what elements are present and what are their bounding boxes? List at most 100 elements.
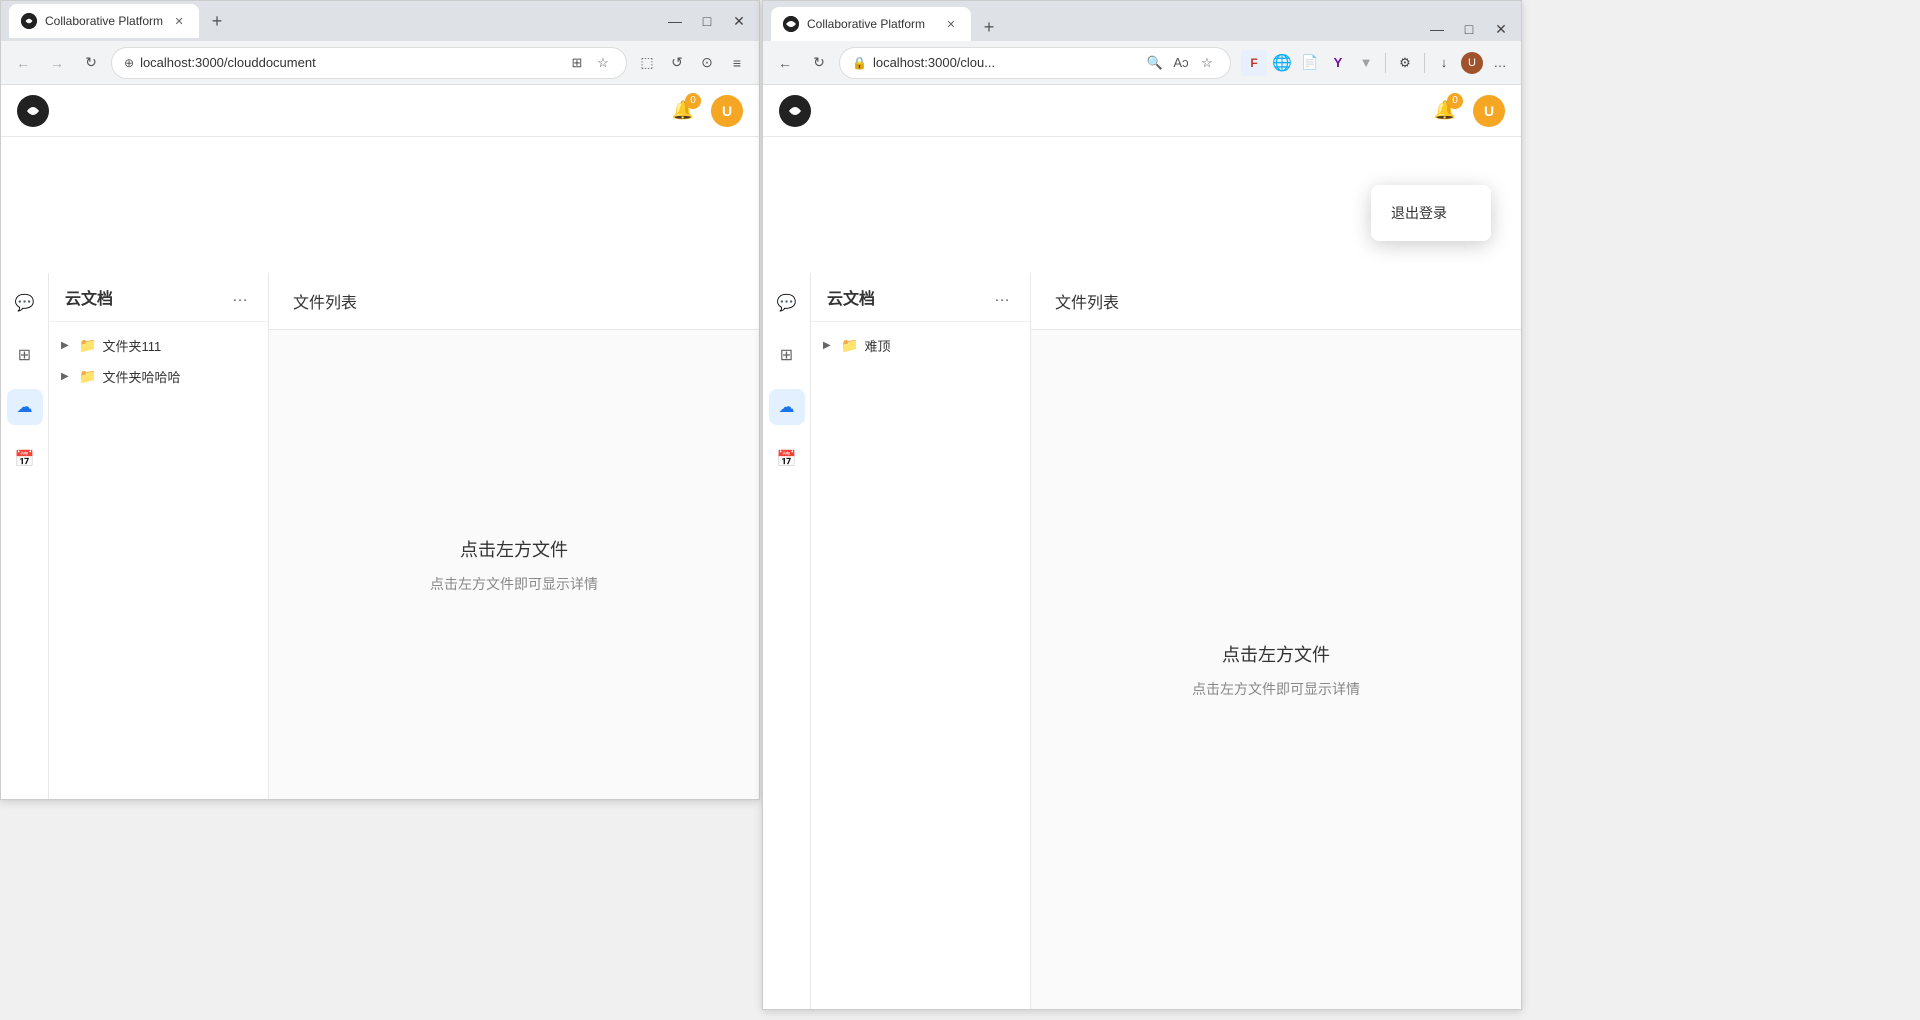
close-btn-left[interactable]: ✕ [727, 9, 751, 33]
sidebar-icons-right: 💬 ⊞ ☁ 📅 [763, 273, 811, 1009]
window-controls-right: — □ ✕ [1425, 17, 1513, 41]
notification-btn-left[interactable]: 🔔 0 [667, 95, 699, 127]
window-controls-left: — □ ✕ [663, 9, 751, 33]
tree-item-1-left[interactable]: ▶ 📁 文件夹哈哈哈 [49, 361, 268, 392]
main-content-right: 文件列表 点击左方文件 点击左方文件即可显示详情 [1031, 273, 1521, 1009]
sidebar-cloud-left[interactable]: ☁ [7, 389, 43, 425]
menu-icon-left[interactable]: ≡ [723, 49, 751, 77]
folder-icon-r0: 📁 [841, 337, 858, 354]
undo-icon[interactable]: ↺ [663, 49, 691, 77]
toolbar-icons-left: ⬚ ↺ ⊙ ≡ [633, 49, 751, 77]
sidebar-chat-left[interactable]: 💬 [7, 285, 43, 321]
url-text-right: localhost:3000/clou... [873, 55, 1138, 70]
fav-icon-right[interactable]: ☆ [1196, 52, 1218, 74]
minimize-btn-right[interactable]: — [1425, 17, 1449, 41]
tab-close-right[interactable]: ✕ [943, 16, 959, 32]
file-tree-list-left: ▶ 📁 文件夹111 ▶ 📁 文件夹哈哈哈 [49, 322, 268, 799]
file-tree-more-right[interactable]: … [990, 285, 1014, 309]
forward-btn-left[interactable]: → [43, 49, 71, 77]
address-search-icon: 🔍 Aↄ ☆ [1144, 52, 1218, 74]
extensions-icon[interactable]: ⊞ [566, 52, 588, 74]
user-avatar-right[interactable]: U [1473, 95, 1505, 127]
main-content-left: 文件列表 点击左方文件 点击左方文件即可显示详情 [269, 273, 759, 799]
notification-badge-left: 0 [685, 93, 701, 109]
browser-window-right: Collaborative Platform ✕ + — □ ✕ ← ↻ 🔒 l… [762, 0, 1522, 1010]
edge-menu-icon[interactable]: … [1487, 50, 1513, 76]
maximize-btn-right[interactable]: □ [1457, 17, 1481, 41]
toolbar-divider [1385, 53, 1386, 73]
back-btn-right[interactable]: ← [771, 49, 799, 77]
tree-arrow-r0: ▶ [823, 340, 835, 351]
sidebar-icons-left: 💬 ⊞ ☁ 📅 [1, 273, 49, 799]
screenshot-icon[interactable]: ⬚ [633, 49, 661, 77]
folder-icon-1: 📁 [79, 368, 96, 385]
address-input-left[interactable]: ⊕ localhost:3000/clouddocument ⊞ ☆ [111, 47, 627, 79]
file-tree-more-left[interactable]: … [228, 285, 252, 309]
lock-icon-left: ⊕ [124, 56, 134, 70]
browser-window-left: Collaborative Platform ✕ + — □ ✕ ← → ↻ ⊕… [0, 0, 760, 800]
tab-close-left[interactable]: ✕ [171, 13, 187, 29]
filter-icon[interactable]: ▼ [1353, 50, 1379, 76]
sidebar-cloud-right[interactable]: ☁ [769, 389, 805, 425]
maximize-btn-left[interactable]: □ [695, 9, 719, 33]
address-input-right[interactable]: 🔒 localhost:3000/clou... 🔍 Aↄ ☆ [839, 47, 1231, 79]
url-text-left: localhost:3000/clouddocument [140, 55, 560, 70]
sidebar-calendar-right[interactable]: 📅 [769, 441, 805, 477]
file-tree-title-right: 云文档 [827, 285, 875, 309]
tree-label-r0: 难顶 [864, 336, 890, 355]
content-header-left: 文件列表 [269, 273, 759, 330]
edge-icon[interactable]: 🌐 [1269, 50, 1295, 76]
tab-title-left: Collaborative Platform [45, 14, 163, 28]
user-profile-icon[interactable]: U [1459, 50, 1485, 76]
search-icon-right[interactable]: 🔍 [1144, 52, 1166, 74]
tab-left[interactable]: Collaborative Platform ✕ [9, 4, 199, 38]
app-logo-right[interactable] [779, 95, 811, 127]
plugin-icon[interactable]: ⊙ [693, 49, 721, 77]
sidebar-calendar-left[interactable]: 📅 [7, 441, 43, 477]
sidebar-chat-right[interactable]: 💬 [769, 285, 805, 321]
close-btn-right[interactable]: ✕ [1489, 17, 1513, 41]
new-tab-btn-right[interactable]: + [975, 13, 1003, 41]
acrobat-icon[interactable]: 📄 [1297, 50, 1323, 76]
fluent-icon[interactable]: F [1241, 50, 1267, 76]
file-tree-list-right: ▶ 📁 难顶 [811, 322, 1030, 1009]
tab-right[interactable]: Collaborative Platform ✕ [771, 7, 971, 41]
back-btn-left[interactable]: ← [9, 49, 37, 77]
tab-favicon-right [783, 16, 799, 32]
user-avatar-left[interactable]: U [711, 95, 743, 127]
file-tree-title-left: 云文档 [65, 285, 113, 309]
new-tab-btn-left[interactable]: + [203, 7, 231, 35]
content-header-right: 文件列表 [1031, 273, 1521, 330]
toolbar-divider2 [1424, 53, 1425, 73]
star-icon[interactable]: ☆ [592, 52, 614, 74]
app-logo-left[interactable] [17, 95, 49, 127]
tree-item-0-right[interactable]: ▶ 📁 难顶 [811, 330, 1030, 361]
tree-item-0-left[interactable]: ▶ 📁 文件夹111 [49, 330, 268, 361]
tab-bar-right: Collaborative Platform ✕ + — □ ✕ [763, 1, 1521, 41]
refresh-btn-right[interactable]: ↻ [805, 49, 833, 77]
app-header-right-right: 🔔 0 U [1429, 95, 1505, 127]
tree-label-1: 文件夹哈哈哈 [102, 367, 180, 386]
main-layout-right: 💬 ⊞ ☁ 📅 云文档 … ▶ 📁 难顶 文件列表 点击左方文件 [763, 273, 1521, 1009]
content-empty-left: 点击左方文件 点击左方文件即可显示详情 [269, 330, 759, 799]
sidebar-grid-left[interactable]: ⊞ [7, 337, 43, 373]
app-header-right-left: 🔔 0 U [667, 95, 743, 127]
address-icons-left: ⊞ ☆ [566, 52, 614, 74]
minimize-btn-left[interactable]: — [663, 9, 687, 33]
download-icon[interactable]: ↓ [1431, 50, 1457, 76]
empty-subtitle-right: 点击左方文件即可显示详情 [1192, 679, 1360, 699]
read-mode-icon[interactable]: Aↄ [1170, 52, 1192, 74]
yahoo-icon[interactable]: Y [1325, 50, 1351, 76]
file-tree-header-right: 云文档 … [811, 273, 1030, 322]
refresh-btn-left[interactable]: ↻ [77, 49, 105, 77]
folder-icon-0: 📁 [79, 337, 96, 354]
app-header-left: 🔔 0 U [1, 85, 759, 137]
logout-btn[interactable]: 退出登录 [1371, 193, 1491, 233]
tree-arrow-0: ▶ [61, 340, 73, 351]
tab-favicon-left [21, 13, 37, 29]
tree-arrow-1: ▶ [61, 371, 73, 382]
settings-icon[interactable]: ⚙ [1392, 50, 1418, 76]
notification-btn-right[interactable]: 🔔 0 [1429, 95, 1461, 127]
address-bar-right: ← ↻ 🔒 localhost:3000/clou... 🔍 Aↄ ☆ F 🌐 … [763, 41, 1521, 85]
sidebar-grid-right[interactable]: ⊞ [769, 337, 805, 373]
